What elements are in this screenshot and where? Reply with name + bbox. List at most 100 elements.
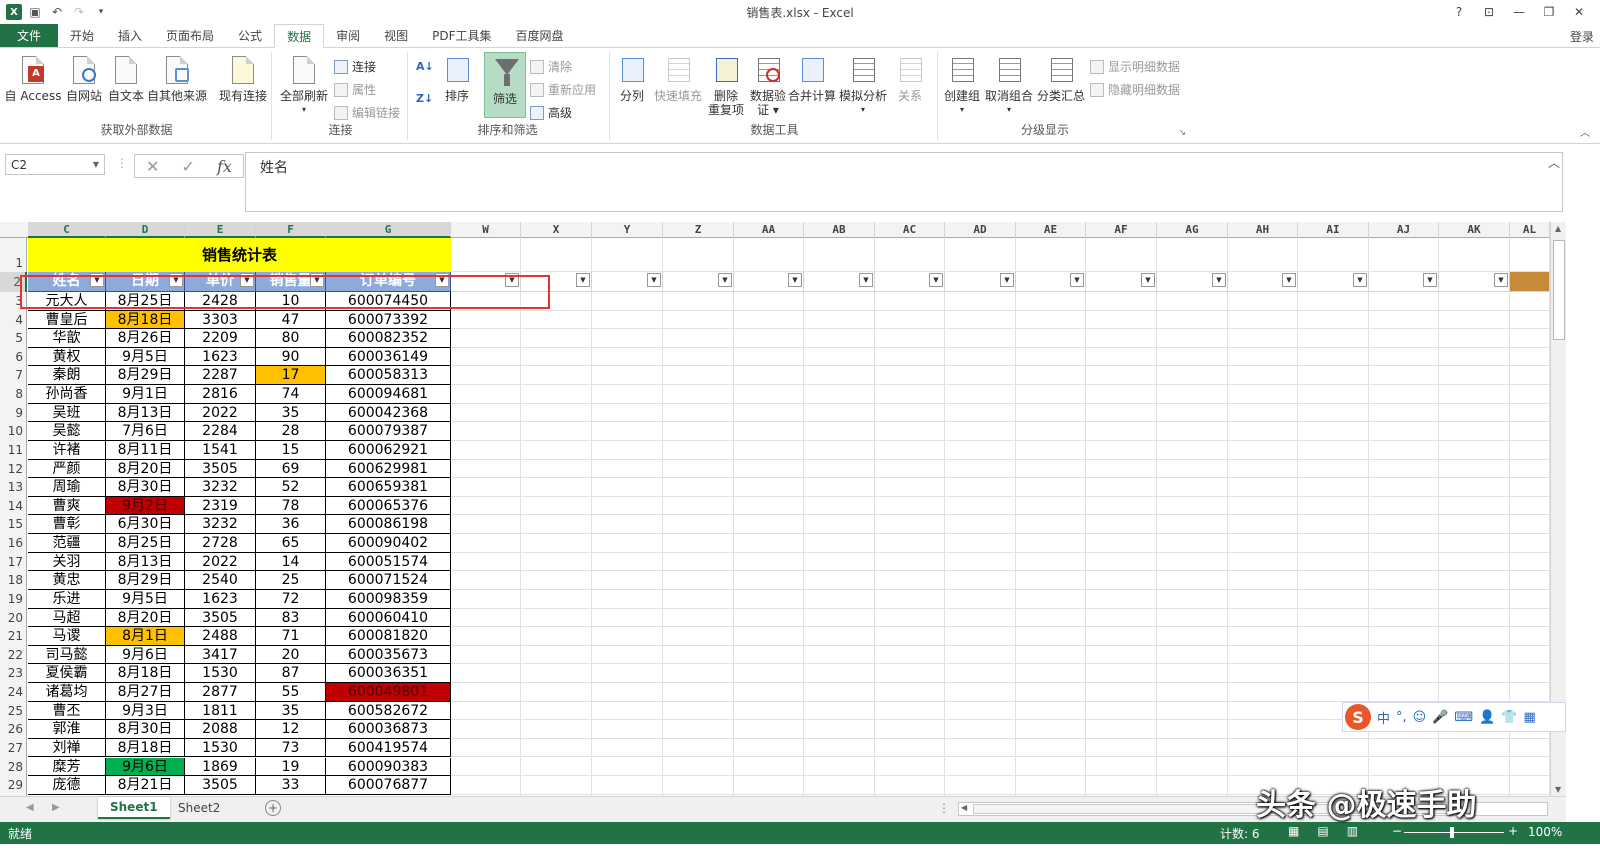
cell[interactable]: [1298, 645, 1369, 665]
cell[interactable]: [1086, 403, 1157, 423]
cell[interactable]: [663, 757, 734, 777]
table-cell[interactable]: 1530: [185, 664, 256, 683]
ime-keyboard-icon[interactable]: ⌨: [1454, 710, 1473, 725]
cell[interactable]: [945, 552, 1016, 572]
cell[interactable]: [451, 385, 521, 404]
row-header[interactable]: 13: [0, 478, 27, 497]
cell[interactable]: [1369, 366, 1439, 386]
cell[interactable]: [1298, 366, 1369, 386]
cell[interactable]: [1439, 459, 1510, 479]
cell[interactable]: [451, 720, 521, 739]
filter-dropdown-icon[interactable]: ▼: [1141, 273, 1155, 287]
cell[interactable]: [945, 310, 1016, 330]
cell[interactable]: [1510, 496, 1550, 516]
cell[interactable]: [1439, 310, 1510, 330]
cell[interactable]: [1510, 589, 1550, 609]
cell[interactable]: [875, 403, 945, 423]
cell[interactable]: [592, 571, 663, 590]
cell[interactable]: [734, 366, 804, 386]
table-cell[interactable]: 8月11日: [106, 440, 185, 460]
redo-icon[interactable]: ↷: [70, 3, 88, 21]
cell[interactable]: [1510, 440, 1550, 460]
cell[interactable]: [663, 347, 734, 367]
cell[interactable]: [592, 720, 663, 739]
cell[interactable]: [1157, 571, 1228, 590]
column-header-ad[interactable]: AD: [945, 222, 1016, 238]
cell[interactable]: [734, 238, 804, 272]
cell[interactable]: [1298, 422, 1369, 441]
table-cell[interactable]: 马谡: [28, 627, 106, 646]
cell[interactable]: [1228, 627, 1298, 646]
cell[interactable]: [521, 664, 592, 683]
filter-dropdown-icon[interactable]: ▼: [718, 273, 732, 287]
cell[interactable]: [451, 645, 521, 665]
cell[interactable]: [1157, 329, 1228, 348]
table-cell[interactable]: 12: [256, 720, 326, 739]
table-cell[interactable]: 600090383: [326, 757, 451, 777]
cell[interactable]: [1016, 534, 1086, 553]
cell[interactable]: [945, 478, 1016, 497]
table-cell[interactable]: 2284: [185, 422, 256, 441]
row-header[interactable]: 2: [0, 272, 27, 292]
cell[interactable]: [1439, 403, 1510, 423]
cell[interactable]: [521, 329, 592, 348]
formula-input[interactable]: 姓名: [245, 152, 1563, 212]
table-cell[interactable]: 8月20日: [106, 608, 185, 628]
cell[interactable]: [734, 347, 804, 367]
row-header[interactable]: 3: [0, 292, 27, 311]
cell[interactable]: [804, 664, 875, 683]
cell[interactable]: [1369, 329, 1439, 348]
table-cell[interactable]: 15: [256, 440, 326, 460]
cell[interactable]: [945, 738, 1016, 758]
cell[interactable]: [1369, 534, 1439, 553]
cell[interactable]: [592, 292, 663, 311]
cell[interactable]: [945, 534, 1016, 553]
cell[interactable]: [1369, 664, 1439, 683]
empty-header-cell[interactable]: ▼: [521, 272, 592, 292]
cell[interactable]: [804, 645, 875, 665]
cell[interactable]: [521, 440, 592, 460]
table-cell[interactable]: 3232: [185, 515, 256, 535]
cell[interactable]: [804, 608, 875, 628]
cell[interactable]: [945, 701, 1016, 721]
cell[interactable]: [1086, 757, 1157, 777]
empty-header-cell[interactable]: ▼: [1439, 272, 1510, 292]
cell[interactable]: [1510, 683, 1550, 702]
table-cell[interactable]: 马超: [28, 608, 106, 628]
table-cell[interactable]: 9月5日: [106, 347, 185, 367]
data-validation-button[interactable]: 数据验 证 ▾: [748, 54, 788, 117]
table-cell[interactable]: 8月27日: [106, 683, 185, 702]
filter-dropdown-icon[interactable]: ▼: [647, 273, 661, 287]
cell[interactable]: [663, 552, 734, 572]
cell[interactable]: [1016, 403, 1086, 423]
cell[interactable]: [521, 683, 592, 702]
cell[interactable]: [804, 757, 875, 777]
tab-3[interactable]: 页面布局: [154, 24, 226, 47]
table-cell[interactable]: 600036873: [326, 720, 451, 739]
tab-8[interactable]: PDF工具集: [420, 24, 503, 47]
cell[interactable]: [1439, 683, 1510, 702]
table-cell[interactable]: 600079387: [326, 422, 451, 441]
cell[interactable]: [1369, 347, 1439, 367]
filter-dropdown-icon[interactable]: ▼: [505, 273, 519, 287]
cell[interactable]: [875, 645, 945, 665]
cell[interactable]: [451, 496, 521, 516]
table-cell[interactable]: 2728: [185, 534, 256, 553]
table-cell[interactable]: 600049801: [326, 683, 451, 702]
cell[interactable]: [1298, 589, 1369, 609]
table-cell[interactable]: 8月26日: [106, 329, 185, 348]
cell[interactable]: [451, 347, 521, 367]
cell[interactable]: [451, 776, 521, 795]
cell[interactable]: [521, 238, 592, 272]
cell[interactable]: [734, 422, 804, 441]
cell[interactable]: [1086, 440, 1157, 460]
cell[interactable]: [663, 366, 734, 386]
cell[interactable]: [1086, 627, 1157, 646]
table-cell[interactable]: 3417: [185, 645, 256, 665]
cell[interactable]: [592, 664, 663, 683]
tab-9[interactable]: 百度网盘: [504, 24, 576, 47]
sheet-tab-sheet1[interactable]: Sheet1: [98, 797, 170, 819]
cell[interactable]: [1228, 720, 1298, 739]
cell[interactable]: [875, 664, 945, 683]
cell[interactable]: [804, 440, 875, 460]
